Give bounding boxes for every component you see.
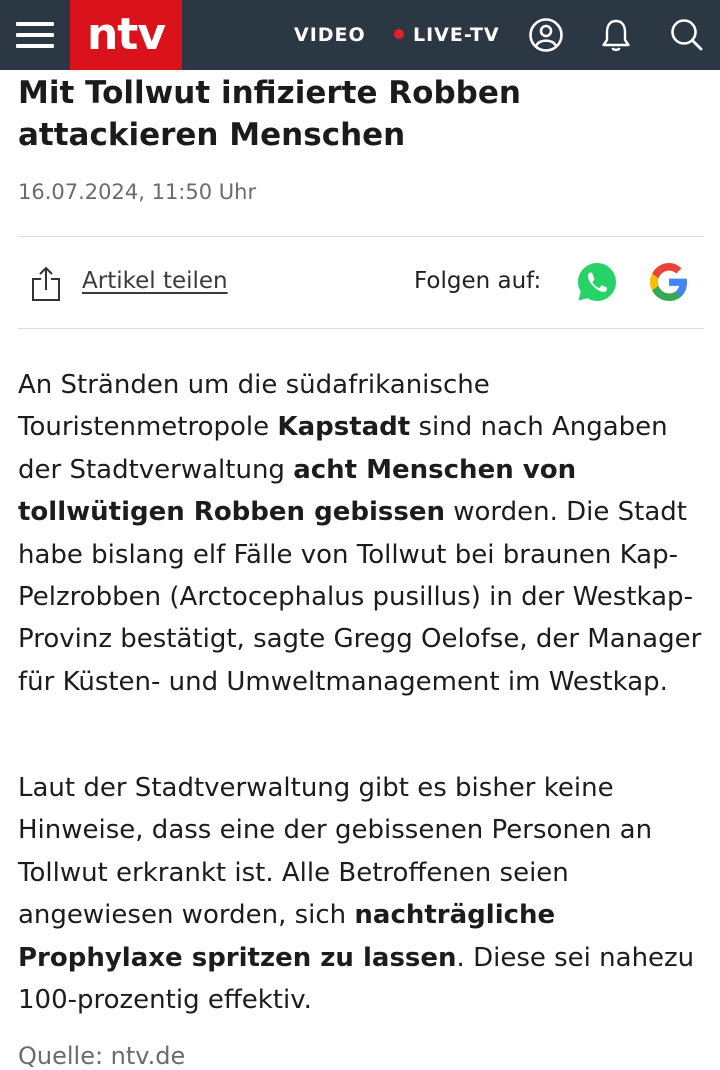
text-segment: Laut der Stadtverwaltung gibt es bisher … [18,773,653,931]
share-icon[interactable] [30,266,62,302]
google-icon[interactable] [647,260,691,304]
article-source: Quelle: ntv.de [18,1042,186,1070]
bell-icon[interactable] [598,17,634,53]
user-icon[interactable] [528,17,564,53]
article-paragraph: Laut der Stadtverwaltung gibt es bisher … [18,767,708,1021]
top-navigation-bar: ntv VIDEO LIVE-TV [0,0,720,70]
article-headline: Mit Tollwut infizierte Robben attackiere… [18,75,521,153]
nav-video-link[interactable]: VIDEO [294,24,366,46]
article-date: 16.07.2024, 11:50 Uhr [18,180,257,204]
follow-label: Folgen auf: [414,268,542,294]
divider [18,328,704,329]
nav-live-tv-label: LIVE-TV [413,24,500,46]
share-follow-row: Artikel teilen Folgen auf: [18,238,704,328]
article-paragraph: An Stränden um die südafrikanische Touri… [18,364,708,703]
nav-live-tv-link[interactable]: LIVE-TV [394,24,500,46]
live-dot-icon [394,29,404,39]
whatsapp-icon[interactable] [575,260,619,304]
divider [18,236,704,237]
search-icon[interactable] [668,17,704,53]
menu-icon[interactable] [16,20,54,50]
ntv-logo[interactable]: ntv [70,0,182,70]
share-article-link[interactable]: Artikel teilen [82,268,228,294]
bold-text-segment: Kapstadt [277,412,411,443]
